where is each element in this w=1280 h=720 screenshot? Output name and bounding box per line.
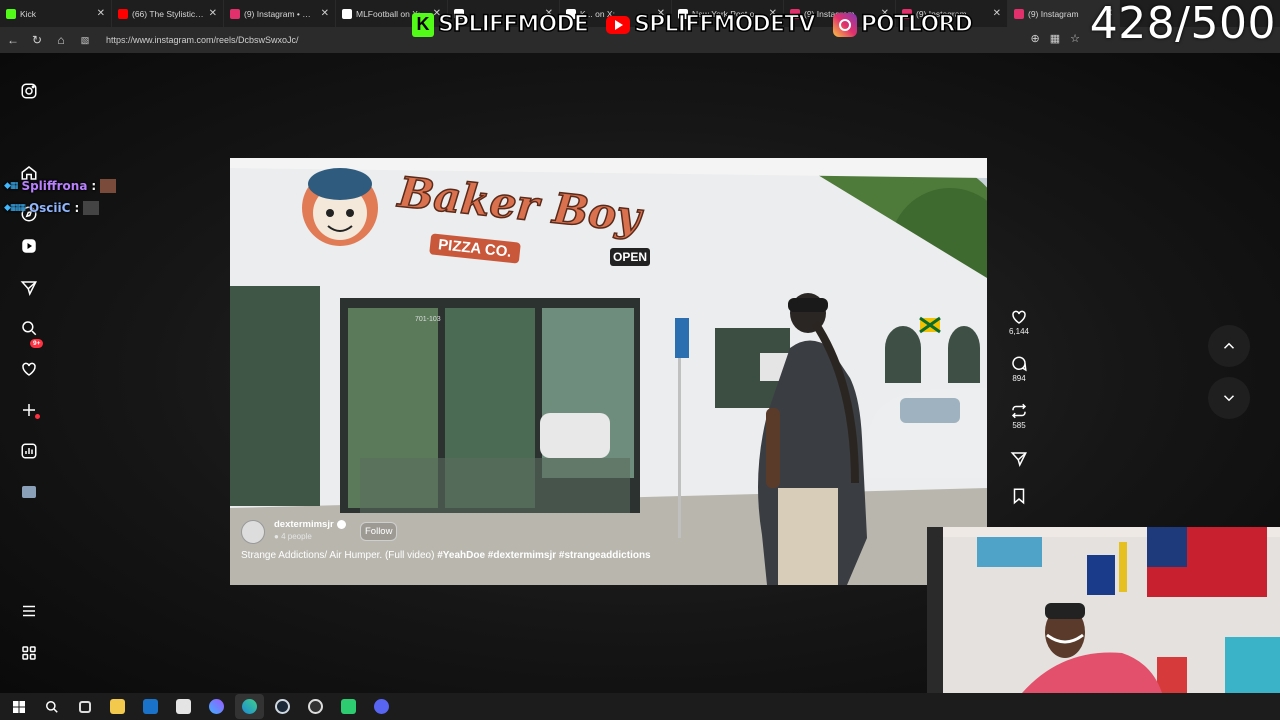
- search-icon[interactable]: [19, 318, 39, 338]
- tagged-people[interactable]: 4 people: [281, 532, 312, 541]
- youtube-channel-name: SPLIFFMODETV: [633, 11, 816, 38]
- tab-title: (66) The Stylistics - ...: [132, 8, 205, 19]
- create-plus-icon[interactable]: [19, 400, 39, 420]
- outlook-icon[interactable]: [136, 694, 165, 719]
- also-from-meta-icon[interactable]: [19, 643, 39, 663]
- file-explorer-icon[interactable]: [103, 694, 132, 719]
- browser-toolbar-icons: ⊕ ▦ ☆: [1031, 32, 1081, 45]
- discord-icon[interactable]: [367, 694, 396, 719]
- close-tab-icon[interactable]: ✕: [993, 8, 1001, 19]
- extensions-icon[interactable]: ▦: [1050, 32, 1060, 45]
- tab-title: Kick: [20, 8, 37, 19]
- next-reel-button[interactable]: [1208, 377, 1250, 419]
- comment-count: 894: [1012, 374, 1026, 383]
- webcam-frame: [927, 527, 1280, 693]
- chat-emote-icon: [100, 179, 117, 193]
- instagram-channel-name: POTLORD: [860, 11, 974, 38]
- open-sign: OPEN: [610, 248, 651, 266]
- share-action[interactable]: [1003, 450, 1035, 468]
- chat-badge-icon: ◆▦: [4, 181, 18, 191]
- browser-tab[interactable]: (66) The Stylistics - ... ✕: [112, 0, 224, 27]
- chat-username: OsciiC: [28, 201, 71, 215]
- repost-action[interactable]: 585: [1003, 402, 1035, 430]
- browser-tab[interactable]: Kick ✕: [0, 0, 112, 27]
- windows-taskbar: [0, 693, 1280, 720]
- close-tab-icon[interactable]: ✕: [321, 8, 329, 19]
- chat-emote-icon: [83, 201, 100, 215]
- store-icon[interactable]: [169, 694, 198, 719]
- chevron-up-icon: [1223, 342, 1235, 349]
- verified-badge-icon: [336, 519, 346, 529]
- steam-icon[interactable]: [268, 694, 297, 719]
- person-tag-icon: ●: [274, 532, 279, 541]
- kick-logo-icon: K: [412, 12, 434, 37]
- chat-message: ◆▦▦ OsciiC :: [4, 197, 116, 219]
- dashboard-icon[interactable]: [19, 441, 39, 461]
- instagram-icon: [230, 8, 240, 19]
- store-address-number: 701-103: [415, 316, 441, 323]
- instagram-logo-icon[interactable]: [19, 81, 39, 101]
- chat-separator: :: [91, 179, 97, 193]
- back-icon[interactable]: ←: [6, 33, 20, 47]
- tab-title: (9) Instagram • Mess...: [244, 8, 317, 19]
- heart-notifications-icon[interactable]: [19, 359, 39, 379]
- repost-icon[interactable]: [1010, 402, 1028, 420]
- stream-overlay-socials: K SPLIFFMODE SPLIFFMODETV POTLORD: [412, 11, 986, 38]
- author-avatar[interactable]: [241, 520, 265, 544]
- instagram-logo-icon: [832, 12, 857, 37]
- profile-avatar[interactable]: [19, 482, 39, 502]
- site-info-icon[interactable]: ▧: [78, 33, 92, 47]
- bookmark-icon[interactable]: [1010, 487, 1028, 505]
- chat-username: Spliffrona: [21, 179, 88, 193]
- save-action[interactable]: [1003, 487, 1035, 505]
- streamer-webcam: [927, 527, 1280, 693]
- stream-chat-overlay: ◆▦ Spliffrona : ◆▦▦ OsciiC :: [4, 175, 117, 219]
- app-icon[interactable]: [334, 694, 363, 719]
- start-menu-icon[interactable]: [4, 694, 33, 719]
- kick-icon: [6, 8, 16, 19]
- chat-message: ◆▦ Spliffrona :: [4, 175, 117, 197]
- messages-nav-icon[interactable]: [19, 278, 39, 298]
- previous-reel-button[interactable]: [1208, 325, 1250, 367]
- like-action[interactable]: 6,144: [1003, 308, 1035, 336]
- follow-button[interactable]: Follow: [360, 522, 398, 541]
- url-field[interactable]: https://www.instagram.com/reels/DcbswSwx…: [106, 35, 299, 45]
- heart-icon[interactable]: [1010, 308, 1028, 326]
- youtube-logo-icon: [606, 15, 631, 34]
- home-icon[interactable]: ⌂: [54, 33, 68, 47]
- comment-icon[interactable]: [1010, 355, 1028, 373]
- caption-text: Strange Addictions/ Air Humper. (Full vi…: [241, 550, 438, 561]
- like-count: 6,144: [1008, 327, 1030, 336]
- repost-count: 585: [1012, 421, 1026, 430]
- zoom-icon[interactable]: ⊕: [1031, 32, 1040, 45]
- author-username[interactable]: dextermimsjr: [274, 519, 334, 530]
- obs-icon[interactable]: [301, 694, 330, 719]
- youtube-icon: [118, 8, 128, 19]
- kick-channel-name: SPLIFFMODE: [437, 11, 589, 38]
- instagram-icon: [1014, 8, 1024, 19]
- close-tab-icon[interactable]: ✕: [97, 8, 105, 19]
- edge-browser-icon[interactable]: [235, 694, 264, 719]
- refresh-icon[interactable]: ↻: [30, 33, 44, 47]
- search-icon[interactable]: [37, 694, 66, 719]
- share-icon[interactable]: [1010, 450, 1028, 468]
- notifications-badge: 9+: [30, 339, 44, 348]
- chevron-down-icon: [1223, 395, 1235, 402]
- close-tab-icon[interactable]: ✕: [209, 8, 217, 19]
- copilot-icon[interactable]: [202, 694, 231, 719]
- reels-nav-icon[interactable]: [19, 236, 39, 256]
- browser-tab[interactable]: (9) Instagram • Mess... ✕: [224, 0, 336, 27]
- more-menu-icon[interactable]: [19, 601, 39, 621]
- x-icon: [342, 8, 352, 19]
- favorite-star-icon[interactable]: ☆: [1070, 32, 1080, 45]
- task-view-icon[interactable]: [70, 694, 99, 719]
- comment-action[interactable]: 894: [1003, 355, 1035, 383]
- caption-hashtags[interactable]: #YeahDoe #dextermimsjr #strangeaddiction…: [437, 550, 650, 561]
- instagram-sidebar: 9+: [0, 53, 58, 693]
- post-caption: Strange Addictions/ Air Humper. (Full vi…: [241, 550, 651, 561]
- stream-goal-counter: 428/500: [1089, 0, 1276, 49]
- chat-separator: :: [74, 201, 80, 215]
- chat-badge-icon: ◆▦▦: [4, 203, 26, 213]
